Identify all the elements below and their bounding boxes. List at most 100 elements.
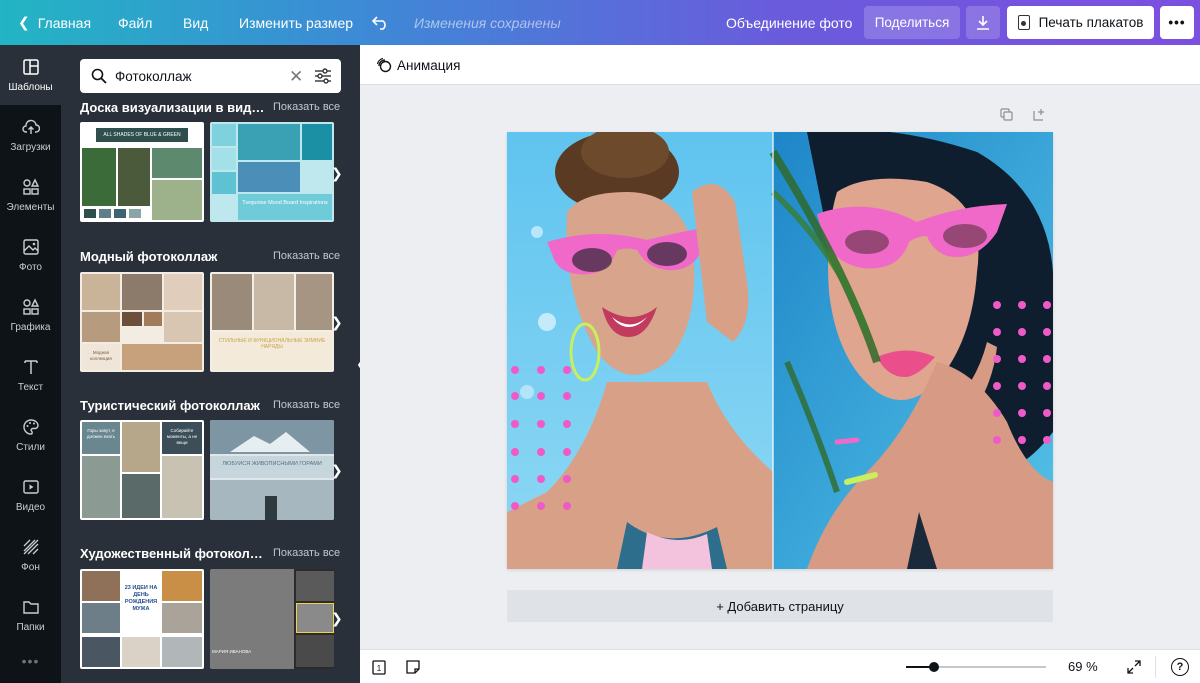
search-input[interactable] (115, 59, 275, 93)
rail-item-video[interactable]: Видео (0, 465, 61, 525)
thumbnail-text: Собирайте моменты, а не вещи (166, 428, 198, 445)
rail-item-uploads[interactable]: Загрузки (0, 105, 61, 165)
thumbnail-text: МАРИЯ ИВАНОВА (212, 649, 252, 654)
palette-icon (22, 418, 40, 436)
download-icon (977, 16, 989, 30)
add-page-button[interactable]: + Добавить страницу (507, 590, 1053, 622)
rail-item-styles[interactable]: Стили (0, 405, 61, 465)
thumbnail-text: ЛЮБУЙСЯ ЖИВОПИСНЫМИ ГОРАМИ (222, 461, 322, 467)
help-button[interactable]: ? (1171, 658, 1189, 676)
design-title[interactable]: Объединение фото (726, 0, 852, 45)
rail-label: Графика (10, 321, 51, 333)
template-thumbnail[interactable]: ALL SHADES OF BLUE & GREEN (80, 122, 204, 222)
folder-icon (22, 598, 40, 616)
scroll-right-arrow[interactable]: ❯ (331, 462, 343, 479)
show-all-link[interactable]: Показать все (273, 399, 340, 411)
notes-icon[interactable] (405, 659, 421, 675)
print-label: Печать плакатов (1038, 15, 1144, 30)
template-thumbnail[interactable]: МАРИЯ ИВАНОВА (210, 569, 334, 669)
templates-panel: ✕ Доска визуализации в виде ... Показать… (61, 45, 360, 683)
chevron-left-icon: ❮ (18, 14, 30, 30)
scroll-right-arrow[interactable]: ❯ (331, 165, 343, 182)
duplicate-page-icon[interactable] (1000, 108, 1013, 121)
resize-menu[interactable]: Изменить размер (239, 0, 353, 45)
template-thumbnail[interactable]: СТИЛЬНЫЕ И ФУНКЦИОНАЛЬНЫЕ ЗИМНИЕ НАРЯДЫ (210, 272, 334, 372)
zoom-handle[interactable] (929, 662, 939, 672)
left-photo (507, 132, 773, 569)
add-page-icon[interactable] (1033, 108, 1046, 121)
thumbnail-text: Модная коллекция (90, 350, 112, 361)
rail-label: Загрузки (10, 141, 51, 153)
search-box: ✕ (80, 59, 341, 93)
thumbnail-text: Turquoise Mood Board Inspirations (242, 200, 328, 206)
undo-icon[interactable] (372, 0, 390, 45)
template-thumbnail[interactable]: Turquoise Mood Board Inspirations (210, 122, 334, 222)
rail-label: Шаблоны (8, 81, 53, 93)
video-icon (22, 478, 40, 496)
thumbnail-text: 23 ИДЕИ НА ДЕНЬ РОЖДЕНИЯ МУЖА (124, 585, 158, 612)
background-icon (22, 538, 40, 556)
rail-label: Папки (16, 621, 45, 633)
divider (1155, 656, 1156, 678)
show-all-link[interactable]: Показать все (273, 250, 340, 262)
share-button[interactable]: Поделиться (864, 6, 960, 39)
scroll-right-arrow[interactable]: ❯ (331, 314, 343, 331)
page-number-icon[interactable]: 1 (371, 659, 387, 675)
animation-button[interactable]: Анимация (376, 45, 460, 85)
design-canvas[interactable] (507, 132, 1053, 569)
search-icon (91, 68, 107, 84)
rail-item-photos[interactable]: Фото (0, 225, 61, 285)
page-number: 1 (377, 664, 382, 673)
rail-label: Фото (19, 261, 42, 273)
bottom-bar: 1 69 % ? (360, 649, 1200, 683)
section-title: Модный фотоколлаж (80, 249, 218, 264)
zoom-value[interactable]: 69 % (1068, 659, 1098, 674)
template-thumbnail[interactable]: 23 ИДЕИ НА ДЕНЬ РОЖДЕНИЯ МУЖА (80, 569, 204, 669)
rail-item-text[interactable]: Текст (0, 345, 61, 405)
clear-search-icon[interactable]: ✕ (289, 67, 303, 87)
left-rail: Шаблоны Загрузки Элементы Фото Графика Т… (0, 45, 61, 683)
graphics-icon (22, 297, 40, 316)
rail-item-templates[interactable]: Шаблоны (0, 45, 61, 105)
scroll-right-arrow[interactable]: ❯ (331, 610, 343, 627)
fullscreen-icon[interactable] (1126, 659, 1142, 675)
view-menu[interactable]: Вид (183, 0, 208, 45)
section-title: Доска визуализации в виде ... (80, 100, 268, 115)
filter-icon[interactable] (314, 68, 332, 84)
text-icon (22, 358, 40, 376)
rail-label: Стили (16, 441, 45, 453)
home-button[interactable]: ❮ Главная (18, 0, 91, 45)
download-button[interactable] (966, 6, 1000, 39)
photo-collage (507, 132, 1053, 569)
rail-item-elements[interactable]: Элементы (0, 165, 61, 225)
print-posters-button[interactable]: Печать плакатов (1007, 6, 1154, 39)
template-thumbnail[interactable]: Горы зовут, я должен ехать Собирайте мом… (80, 420, 204, 520)
section-title: Туристический фотоколлаж (80, 398, 260, 413)
page-actions (1000, 108, 1046, 121)
show-all-link[interactable]: Показать все (273, 547, 340, 559)
rail-label: Видео (15, 501, 46, 513)
show-all-link[interactable]: Показать все (273, 101, 340, 113)
rail-item-background[interactable]: Фон (0, 525, 61, 585)
zoom-slider[interactable] (906, 662, 1046, 672)
saved-status: Изменения сохранены (414, 14, 561, 31)
template-thumbnail[interactable]: Модная коллекция (80, 272, 204, 372)
thumbnail-text: СТИЛЬНЫЕ И ФУНКЦИОНАЛЬНЫЕ ЗИМНИЕ НАРЯДЫ (218, 338, 326, 350)
rail-label: Текст (17, 381, 44, 393)
rail-more-button[interactable]: ••• (0, 653, 61, 669)
editor-area: Анимация + Добавить страницу (360, 45, 1200, 649)
right-photo (769, 132, 1053, 569)
templates-icon (22, 58, 40, 76)
section-title: Художественный фотоколлаж (80, 546, 268, 561)
file-menu[interactable]: Файл (118, 0, 152, 45)
rail-item-folders[interactable]: Папки (0, 585, 61, 645)
rail-label: Фон (21, 561, 40, 573)
rail-label: Элементы (6, 201, 55, 213)
collage-divider (772, 132, 774, 569)
rail-item-graphics[interactable]: Графика (0, 285, 61, 345)
animation-label: Анимация (397, 57, 461, 73)
elements-icon (22, 177, 40, 196)
template-thumbnail[interactable]: ЛЮБУЙСЯ ЖИВОПИСНЫМИ ГОРАМИ (210, 420, 334, 520)
poster-icon (1017, 15, 1030, 30)
more-options-button[interactable]: ••• (1160, 6, 1194, 39)
